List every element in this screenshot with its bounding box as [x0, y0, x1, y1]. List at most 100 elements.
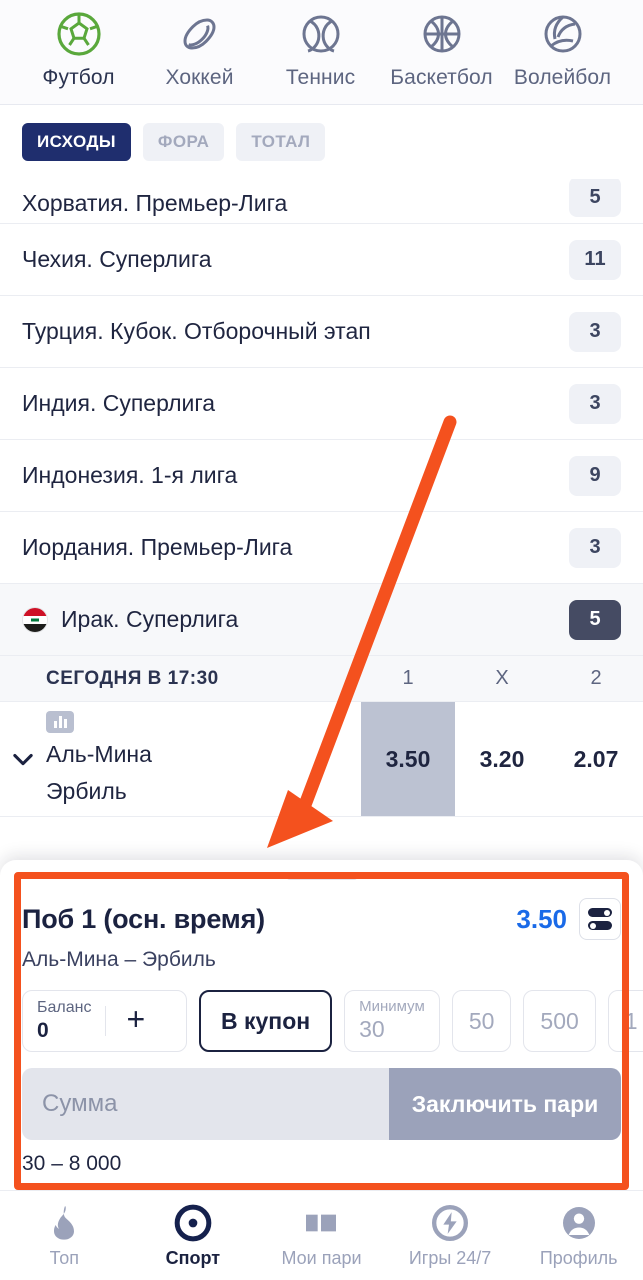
- balance-text: Баланс 0: [37, 998, 91, 1044]
- stake-row: Сумма Заключить пари: [22, 1068, 621, 1140]
- sport-tab-football[interactable]: Футбол: [18, 0, 139, 90]
- minimum-stake-chip[interactable]: Минимум 30: [344, 990, 440, 1052]
- league-name: Ирак. Суперлига: [61, 606, 239, 632]
- balance-label: Баланс: [37, 998, 92, 1016]
- sport-tab-tennis[interactable]: Теннис: [260, 0, 381, 90]
- bet-controls-row: Баланс 0 + В купон Минимум 30 50 500 1 0…: [22, 990, 643, 1052]
- filter-chip-total[interactable]: ТОТАЛ: [236, 123, 326, 161]
- market-filter-row[interactable]: ИСХОДЫ ФОРА ТОТАЛ: [0, 105, 643, 179]
- volleyball-icon: [544, 15, 581, 53]
- league-name: Чехия. Суперлига: [22, 246, 212, 272]
- person-icon: [562, 1206, 595, 1239]
- nav-label: Профиль: [539, 1247, 618, 1268]
- sport-tab-volleyball[interactable]: Волейбол: [502, 0, 623, 90]
- sport-tab-label: Футбол: [42, 66, 115, 89]
- divider: [105, 1006, 107, 1036]
- bet-match-subtitle: Аль-Мина – Эрбиль: [22, 948, 216, 971]
- league-row[interactable]: Иордания. Премьер-Лига 3: [0, 512, 643, 584]
- stake-limits-label: 30 – 8 000: [22, 1152, 122, 1175]
- league-row[interactable]: Хорватия. Премьер-Лига 5: [0, 179, 643, 224]
- basketball-icon: [423, 15, 460, 53]
- league-name: Индия. Суперлига: [22, 390, 216, 416]
- nav-item-my-bets[interactable]: Мои пари: [257, 1203, 386, 1269]
- drag-handle[interactable]: [285, 872, 358, 880]
- league-count-badge: 11: [569, 239, 621, 280]
- league-count-badge: 3: [569, 527, 621, 568]
- ticket-icon: [306, 1214, 337, 1231]
- nav-label: Топ: [49, 1247, 79, 1268]
- match-time-label: СЕГОДНЯ В 17:30: [46, 667, 219, 689]
- balance-widget[interactable]: Баланс 0 +: [22, 990, 187, 1052]
- nav-label: Игры 24/7: [408, 1247, 492, 1268]
- soccer-ball-icon: [56, 12, 101, 56]
- nav-label: Мои пари: [281, 1247, 362, 1268]
- app-root: Футбол Хоккей Теннис Баскетбол Волейбол …: [0, 0, 643, 1280]
- quick-stake-1000[interactable]: 1 000: [607, 990, 643, 1052]
- bet-selection-title: Поб 1 (осн. время): [22, 903, 265, 934]
- match-row[interactable]: Аль-Мина Эрбиль 3.50 3.20 2.07: [0, 702, 643, 817]
- league-count-badge: 5: [569, 599, 621, 640]
- sport-tab-label: Волейбол: [513, 66, 612, 89]
- team-home-name: Аль-Мина: [46, 741, 152, 767]
- quick-stake-500[interactable]: 500: [523, 990, 596, 1052]
- league-count-badge: 3: [569, 383, 621, 424]
- odds-column-header-x: X: [495, 667, 509, 689]
- nav-item-top[interactable]: Топ: [0, 1203, 129, 1269]
- league-name: Иордания. Премьер-Лига: [22, 534, 293, 560]
- expand-match-button[interactable]: [0, 702, 46, 816]
- league-row[interactable]: Турция. Кубок. Отборочный этап 3: [0, 296, 643, 368]
- sport-tab-label: Теннис: [285, 66, 356, 89]
- tennis-ball-icon: [302, 15, 339, 53]
- odds-button-x[interactable]: 3.20: [455, 702, 549, 816]
- league-count-badge: 9: [569, 455, 621, 496]
- balance-value: 0: [37, 1018, 49, 1042]
- filter-chip-handicap[interactable]: ФОРА: [142, 123, 225, 161]
- iraq-flag-icon: [22, 606, 48, 633]
- chevron-down-icon: [13, 753, 33, 766]
- league-name: Хорватия. Премьер-Лига: [22, 190, 288, 216]
- odds-column-header-1: 1: [402, 667, 414, 689]
- sport-tab-label: Баскетбол: [390, 66, 493, 89]
- league-row[interactable]: Индонезия. 1-я лига 9: [0, 440, 643, 512]
- league-row[interactable]: Индия. Суперлига 3: [0, 368, 643, 440]
- odds-button-2[interactable]: 2.07: [549, 702, 643, 816]
- target-icon: [174, 1204, 212, 1241]
- nav-item-sport[interactable]: Спорт: [129, 1203, 258, 1269]
- team-away-name: Эрбиль: [46, 778, 127, 805]
- lightning-icon: [432, 1204, 469, 1241]
- odds-settings-button[interactable]: [579, 898, 621, 940]
- league-count-badge: 3: [569, 311, 621, 352]
- filter-chip-outcomes[interactable]: ИСХОДЫ: [22, 123, 131, 161]
- quick-stake-50[interactable]: 50: [451, 990, 512, 1052]
- nav-item-games[interactable]: Игры 24/7: [386, 1203, 515, 1269]
- place-bet-button[interactable]: Заключить пари: [389, 1068, 621, 1140]
- toggle-icon-top: [588, 908, 612, 917]
- bet-slip-header: Поб 1 (осн. время) 3.50: [22, 898, 621, 940]
- league-row[interactable]: Чехия. Суперлига 11: [0, 224, 643, 296]
- sport-tab-overflow[interactable]: [623, 0, 643, 58]
- match-info: Аль-Мина Эрбиль: [46, 702, 361, 816]
- deposit-plus-button[interactable]: +: [116, 1003, 155, 1039]
- bet-slip-body: Поб 1 (осн. время) 3.50 Аль-Мина – Эрбил…: [0, 880, 643, 1190]
- league-name: Индонезия. 1-я лига: [22, 462, 238, 488]
- sport-tab-basketball[interactable]: Баскетбол: [381, 0, 502, 90]
- statistics-icon[interactable]: [46, 711, 74, 733]
- sports-tab-bar[interactable]: Футбол Хоккей Теннис Баскетбол Волейбол: [0, 0, 643, 105]
- sport-tab-label: Хоккей: [165, 66, 234, 89]
- bet-slip-panel[interactable]: Поб 1 (осн. время) 3.50 Аль-Мина – Эрбил…: [0, 860, 643, 1190]
- nav-item-profile[interactable]: Профиль: [514, 1203, 643, 1269]
- league-name: Турция. Кубок. Отборочный этап: [22, 318, 371, 344]
- stake-input[interactable]: Сумма: [22, 1068, 389, 1140]
- sport-tab-hockey[interactable]: Хоккей: [139, 0, 260, 90]
- league-row-selected[interactable]: Ирак. Суперлига 5: [0, 584, 643, 656]
- odds-button-1[interactable]: 3.50: [361, 702, 455, 816]
- flame-icon: [54, 1205, 75, 1240]
- nav-label: Спорт: [165, 1247, 221, 1268]
- minimum-value: 30: [359, 1016, 385, 1043]
- toggle-icon-bottom: [588, 921, 612, 930]
- hockey-puck-icon: [183, 18, 215, 50]
- match-header-row: СЕГОДНЯ В 17:30 1 X 2: [0, 656, 643, 702]
- bottom-navigation[interactable]: Топ Спорт Мои пари Игры 24/7 Профиль: [0, 1190, 643, 1280]
- odds-column-header-2: 2: [590, 667, 602, 689]
- add-to-coupon-button[interactable]: В купон: [199, 990, 333, 1052]
